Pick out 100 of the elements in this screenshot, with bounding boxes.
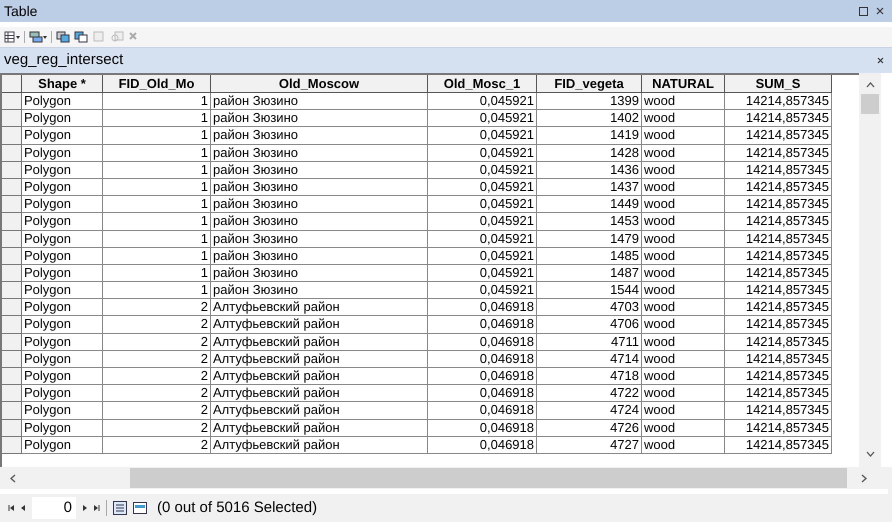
table-cell: Polygon bbox=[22, 110, 103, 128]
row-selector[interactable] bbox=[2, 316, 22, 334]
row-selector[interactable] bbox=[2, 127, 22, 145]
table-cell: Polygon bbox=[22, 282, 103, 300]
table-cell: 0,046918 bbox=[428, 334, 537, 351]
row-selector[interactable] bbox=[2, 110, 22, 128]
table-cell: 0,046918 bbox=[428, 402, 537, 420]
row-selector[interactable] bbox=[2, 282, 22, 300]
vertical-scrollbar[interactable] bbox=[859, 73, 881, 467]
row-selector[interactable] bbox=[2, 402, 22, 420]
row-selector[interactable] bbox=[2, 350, 22, 368]
scroll-left-icon[interactable] bbox=[10, 474, 16, 482]
column-header[interactable]: NATURAL bbox=[642, 75, 725, 93]
table-options-icon[interactable] bbox=[4, 31, 20, 43]
row-selector[interactable] bbox=[2, 299, 22, 316]
row-selector[interactable] bbox=[2, 248, 22, 265]
maximize-icon[interactable] bbox=[859, 6, 868, 16]
table-cell: 0,046918 bbox=[428, 420, 537, 437]
row-selector[interactable] bbox=[2, 178, 22, 196]
table-cell: район Зюзино bbox=[211, 144, 428, 162]
table-cell: 2 bbox=[103, 420, 211, 437]
first-record-icon[interactable] bbox=[8, 505, 15, 511]
table-cell: Алтуфьевский район bbox=[211, 334, 428, 351]
row-selector[interactable] bbox=[2, 144, 22, 162]
table-cell: wood bbox=[642, 213, 725, 230]
table-cell: 2 bbox=[103, 368, 211, 386]
table-tab[interactable]: veg_reg_intersect bbox=[4, 49, 124, 72]
column-header[interactable]: Old_Moscow bbox=[211, 75, 428, 93]
close-icon[interactable] bbox=[877, 57, 884, 64]
table-cell: 4703 bbox=[537, 299, 642, 316]
table-cell: Polygon bbox=[22, 196, 103, 214]
table-cell: Алтуфьевский район bbox=[211, 402, 428, 420]
scroll-down-icon[interactable] bbox=[866, 451, 874, 457]
selection-status: (0 out of 5016 Selected) bbox=[157, 498, 318, 518]
table-cell: wood bbox=[642, 368, 725, 386]
table-cell: Polygon bbox=[22, 162, 103, 179]
table-cell: 0,046918 bbox=[428, 436, 537, 454]
table-cell: Polygon bbox=[22, 178, 103, 196]
row-selector[interactable] bbox=[2, 334, 22, 351]
table-cell: 0,045921 bbox=[428, 110, 537, 128]
table-cell: 14214,857345 bbox=[725, 178, 832, 196]
row-selector[interactable] bbox=[2, 230, 22, 248]
column-header[interactable]: FID_vegeta bbox=[537, 75, 642, 93]
table-cell: 1437 bbox=[537, 178, 642, 196]
table-cell: 2 bbox=[103, 350, 211, 368]
table-cell: 1 bbox=[103, 93, 211, 110]
scroll-thumb[interactable] bbox=[861, 94, 879, 114]
column-header[interactable]: Old_Mosc_1 bbox=[428, 75, 537, 93]
close-icon[interactable] bbox=[876, 7, 884, 15]
column-header[interactable]: FID_Old_Mo bbox=[103, 75, 211, 93]
table-cell: 2 bbox=[103, 402, 211, 420]
table-cell: район Зюзино bbox=[211, 264, 428, 282]
table-cell: район Зюзино bbox=[211, 196, 428, 214]
table-cell: 14214,857345 bbox=[725, 162, 832, 179]
row-selector[interactable] bbox=[2, 213, 22, 230]
row-selector[interactable] bbox=[2, 196, 22, 214]
table-cell: 4727 bbox=[537, 436, 642, 454]
table-cell: 1 bbox=[103, 178, 211, 196]
scroll-thumb[interactable] bbox=[130, 468, 847, 488]
table-cell: 4722 bbox=[537, 385, 642, 402]
table-cell: wood bbox=[642, 420, 725, 437]
column-header[interactable]: Shape * bbox=[22, 75, 103, 93]
table-cell: 1 bbox=[103, 127, 211, 145]
row-selector[interactable] bbox=[2, 420, 22, 437]
table-cell: 1 bbox=[103, 213, 211, 230]
table-cell: wood bbox=[642, 264, 725, 282]
table-cell: wood bbox=[642, 334, 725, 351]
table-cell: 1 bbox=[103, 144, 211, 162]
last-record-icon[interactable] bbox=[93, 505, 100, 511]
table-cell: 2 bbox=[103, 436, 211, 454]
row-selector[interactable] bbox=[2, 436, 22, 454]
scroll-up-icon[interactable] bbox=[866, 82, 874, 88]
row-selector[interactable] bbox=[2, 93, 22, 110]
table-cell: 1399 bbox=[537, 93, 642, 110]
scroll-right-icon[interactable] bbox=[861, 474, 867, 482]
table-cell: 4718 bbox=[537, 368, 642, 386]
table-cell: 4706 bbox=[537, 316, 642, 334]
row-selector[interactable] bbox=[2, 162, 22, 179]
table-cell: 0,045921 bbox=[428, 230, 537, 248]
table-cell: 2 bbox=[103, 299, 211, 316]
table-cell: район Зюзино bbox=[211, 127, 428, 145]
row-selector[interactable] bbox=[2, 368, 22, 386]
table-cell: wood bbox=[642, 178, 725, 196]
table-cell: 14214,857345 bbox=[725, 316, 832, 334]
table-cell: 0,046918 bbox=[428, 368, 537, 386]
row-selector[interactable] bbox=[2, 264, 22, 282]
row-selector[interactable] bbox=[2, 385, 22, 402]
table-cell: 14214,857345 bbox=[725, 282, 832, 300]
table-cell: Polygon bbox=[22, 368, 103, 386]
record-number-field[interactable]: 0 bbox=[32, 497, 76, 519]
column-header[interactable]: SUM_S bbox=[725, 75, 832, 93]
table-cell: wood bbox=[642, 162, 725, 179]
table-cell: район Зюзино bbox=[211, 162, 428, 179]
table-cell: 2 bbox=[103, 334, 211, 351]
table-cell: Polygon bbox=[22, 385, 103, 402]
table-cell: 0,045921 bbox=[428, 162, 537, 179]
previous-record-icon[interactable] bbox=[21, 505, 26, 511]
next-record-icon[interactable] bbox=[82, 505, 87, 511]
table-cell: 14214,857345 bbox=[725, 420, 832, 437]
table-cell: 1 bbox=[103, 282, 211, 300]
